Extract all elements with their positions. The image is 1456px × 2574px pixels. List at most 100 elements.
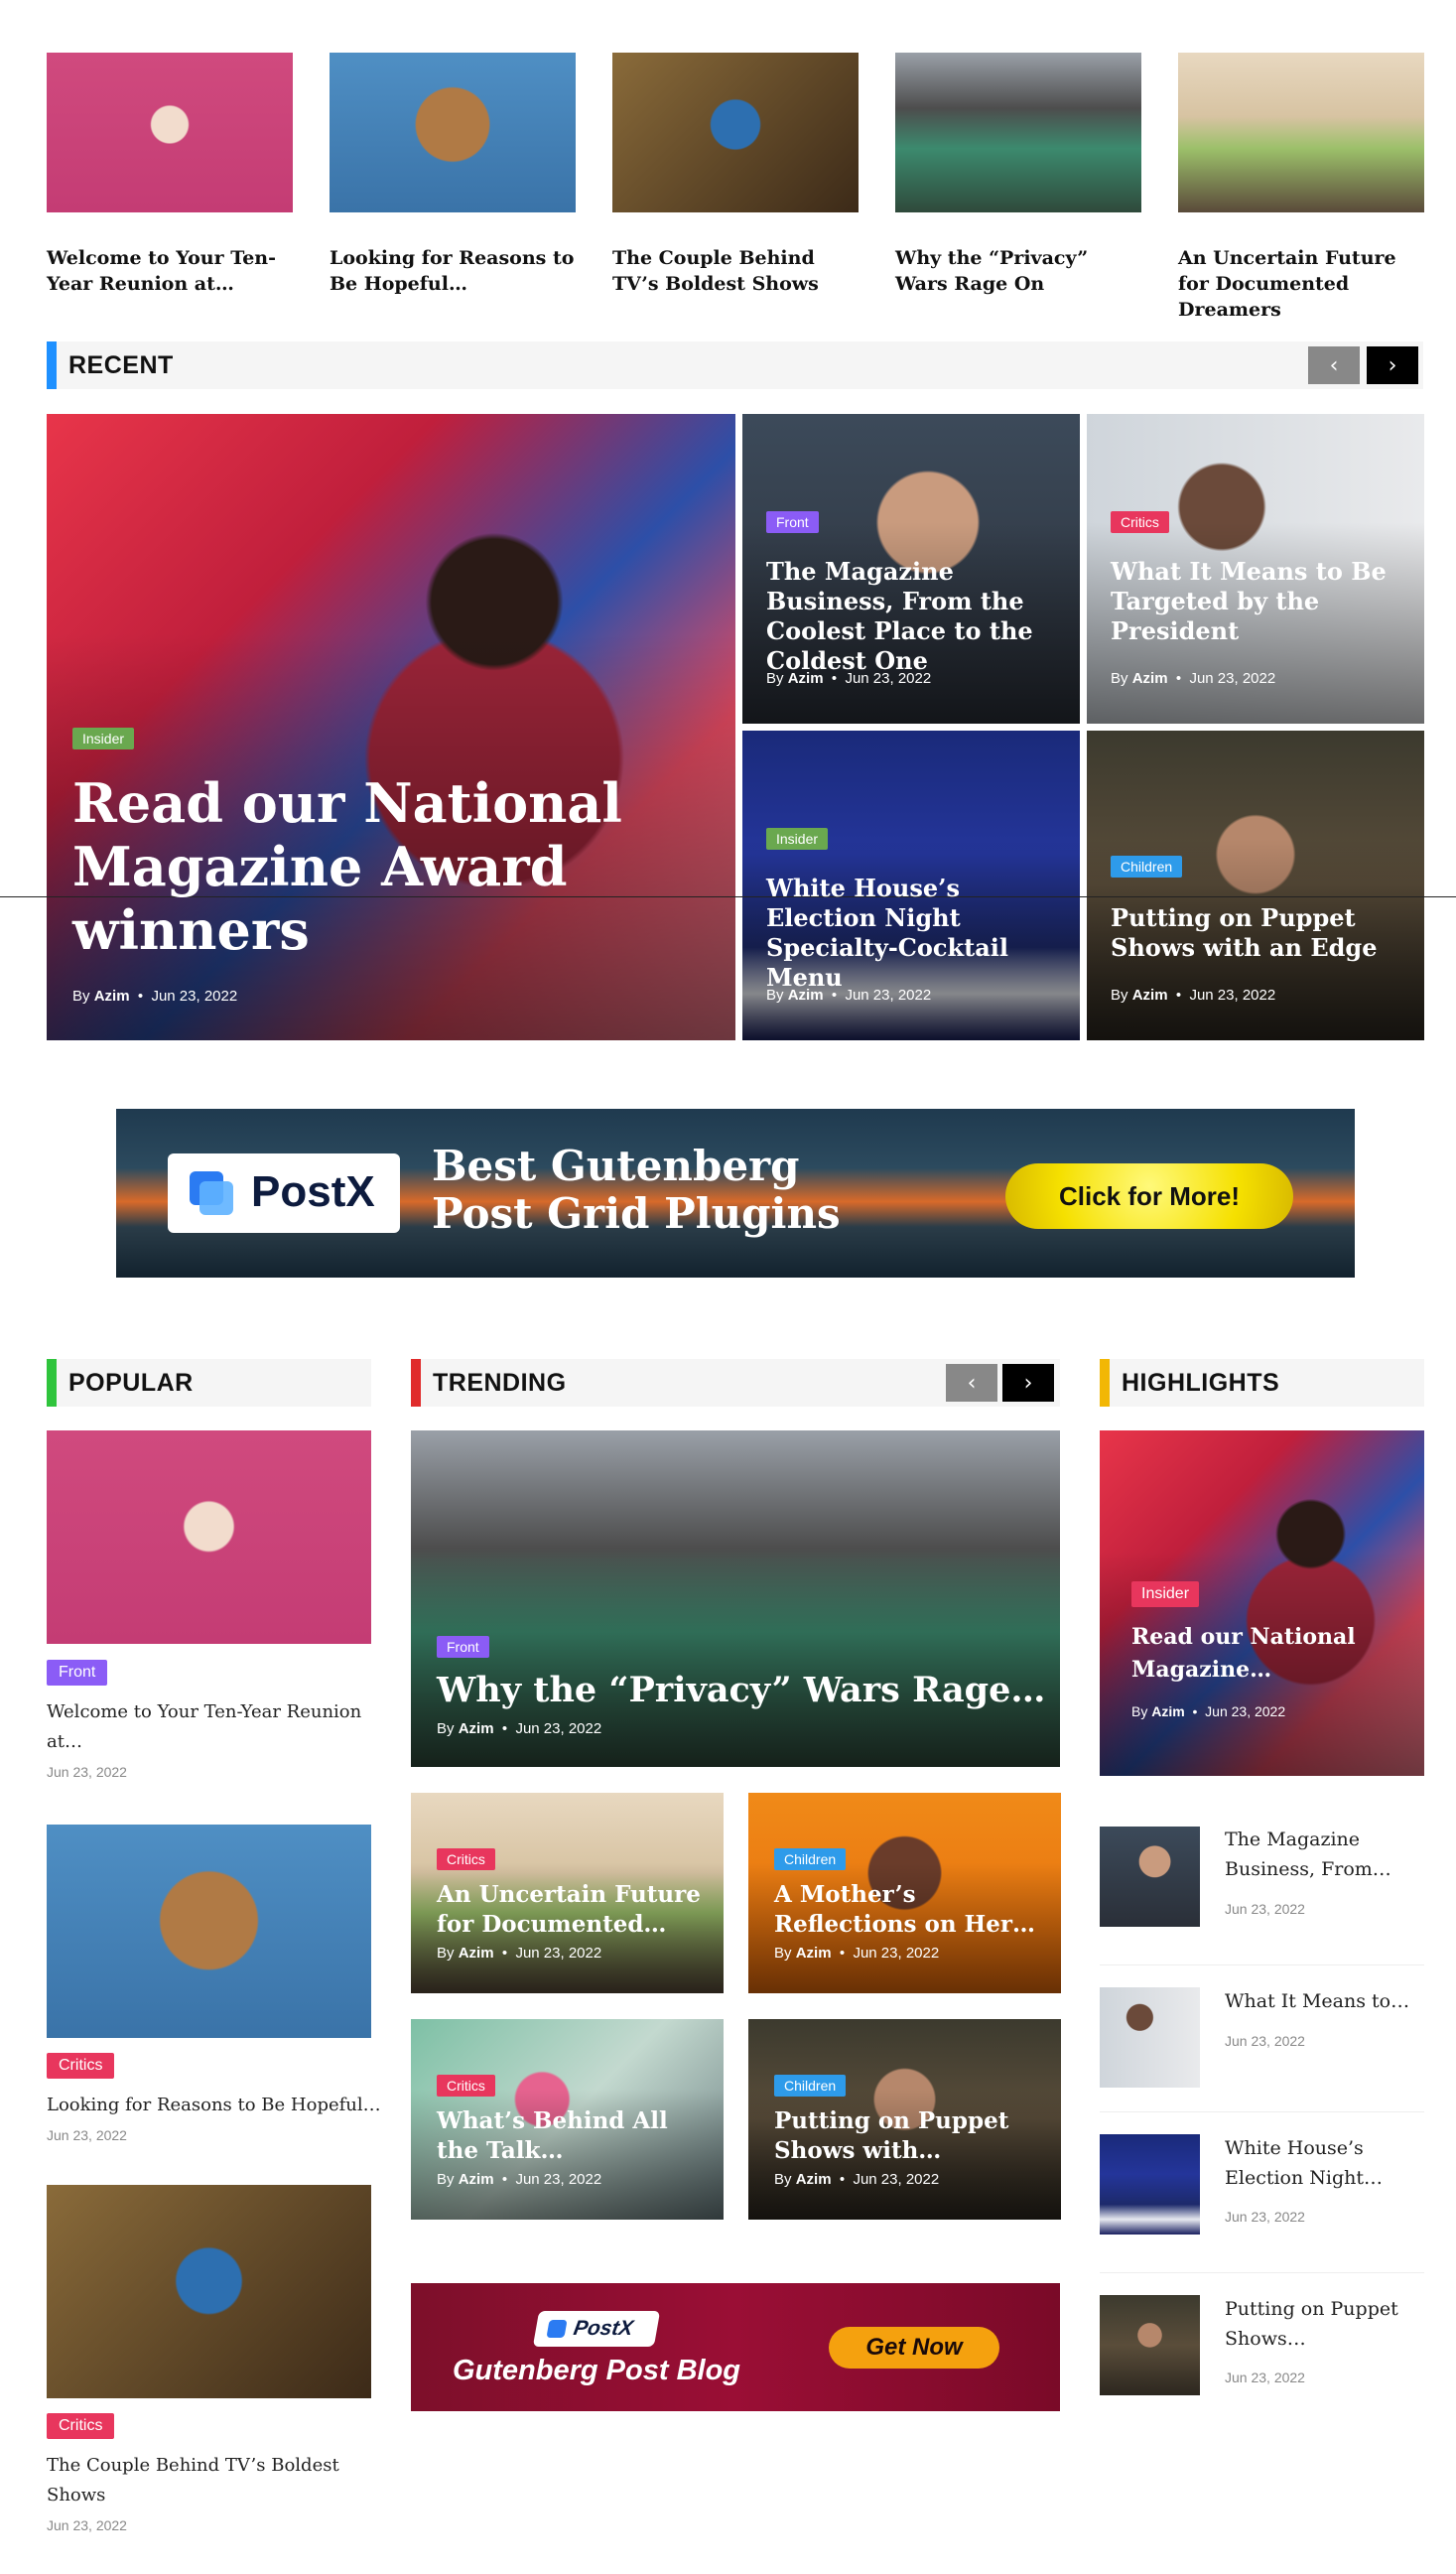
prev-button[interactable]: ‹: [946, 1364, 997, 1402]
author-link[interactable]: Azim: [1132, 987, 1168, 1004]
post-title[interactable]: White House’s Election Night…: [1225, 2133, 1413, 2193]
author-link[interactable]: Azim: [94, 988, 130, 1005]
category-badge[interactable]: Critics: [1111, 511, 1169, 533]
author-link[interactable]: Azim: [459, 1720, 494, 1737]
category-badge[interactable]: Front: [47, 1660, 108, 1686]
top-post-title[interactable]: Why the “Privacy” Wars Rage On: [895, 245, 1141, 297]
post-meta: By Azim • Jun 23, 2022: [437, 1720, 602, 1737]
popular-image[interactable]: [47, 1430, 371, 1644]
postx-banner[interactable]: PostX Best Gutenberg Post Grid Plugins C…: [116, 1109, 1355, 1278]
author-link[interactable]: Azim: [796, 2171, 832, 2188]
prev-button[interactable]: ‹: [1308, 346, 1360, 384]
post-title[interactable]: The Magazine Business, From…: [1225, 1825, 1413, 1884]
author-link[interactable]: Azim: [459, 2171, 494, 2188]
top-post-title[interactable]: An Uncertain Future for Documented Dream…: [1178, 245, 1424, 323]
post-title[interactable]: What It Means to…: [1225, 1986, 1413, 2016]
popular-image[interactable]: [47, 2185, 371, 2398]
author-link[interactable]: Azim: [1132, 670, 1168, 687]
post-title[interactable]: Read our National Magazine Award winners: [72, 771, 628, 962]
post-title[interactable]: White House’s Election Night Specialty-C…: [766, 874, 1074, 993]
category-badge[interactable]: Children: [774, 2075, 847, 2097]
gutenberg-post-blog-banner[interactable]: PostX Gutenberg Post Blog Get Now: [411, 2283, 1060, 2411]
postx-logo: PostX: [532, 2311, 661, 2347]
top-post-title[interactable]: Looking for Reasons to Be Hopeful…: [330, 245, 576, 297]
post-title[interactable]: Putting on Puppet Shows with an Edge: [1111, 903, 1408, 963]
post-title[interactable]: Welcome to Your Ten-Year Reunion at…: [47, 1697, 371, 1757]
chevron-right-icon: ›: [1023, 1370, 1033, 1396]
post-date: Jun 23, 2022: [47, 2517, 127, 2533]
post-title[interactable]: Looking for Reasons to Be Hopeful…: [47, 2091, 384, 2120]
post-meta: By Azim • Jun 23, 2022: [774, 2171, 940, 2188]
highlights-thumb[interactable]: [1100, 1827, 1200, 1927]
author-link[interactable]: Azim: [459, 1945, 494, 1962]
post-date: Jun 23, 2022: [151, 988, 238, 1005]
category-badge[interactable]: Front: [766, 511, 819, 533]
category-badge[interactable]: Children: [1111, 856, 1183, 878]
highlights-main-card[interactable]: Insider Read our National Magazine… By A…: [1100, 1430, 1424, 1776]
recent-grid-card[interactable]: Children Putting on Puppet Shows with an…: [1087, 731, 1424, 1040]
post-date: Jun 23, 2022: [47, 1764, 127, 1780]
highlights-thumb[interactable]: [1100, 2134, 1200, 2235]
category-badge[interactable]: Children: [774, 1848, 847, 1870]
category-badge[interactable]: Critics: [437, 2075, 495, 2097]
category-badge[interactable]: Critics: [47, 2413, 115, 2439]
post-meta: By Azim • Jun 23, 2022: [437, 1945, 602, 1962]
post-title[interactable]: What’s Behind All the Talk…: [437, 2106, 715, 2166]
chevron-left-icon: ‹: [1329, 352, 1339, 378]
category-badge[interactable]: Front: [437, 1636, 489, 1658]
trending-grid-card[interactable]: Critics An Uncertain Future for Document…: [411, 1793, 724, 1993]
post-title[interactable]: Putting on Puppet Shows with…: [774, 2106, 1022, 2166]
chevron-left-icon: ‹: [967, 1370, 977, 1396]
next-button[interactable]: ›: [1367, 346, 1418, 384]
post-title[interactable]: The Magazine Business, From the Coolest …: [766, 557, 1064, 676]
trending-grid-card[interactable]: Critics What’s Behind All the Talk… By A…: [411, 2019, 724, 2220]
trending-grid-card[interactable]: Children A Mother’s Reflections on Her… …: [748, 1793, 1061, 1993]
popular-image[interactable]: [47, 1825, 371, 2038]
list-divider: [1100, 2272, 1424, 2273]
next-button[interactable]: ›: [1002, 1364, 1054, 1402]
list-divider: [1100, 1964, 1424, 1965]
post-date: Jun 23, 2022: [1225, 2209, 1305, 2225]
top-post-title[interactable]: Welcome to Your Ten-Year Reunion at…: [47, 245, 293, 297]
category-badge[interactable]: Insider: [1131, 1581, 1200, 1607]
post-title[interactable]: Read our National Magazine…: [1131, 1621, 1399, 1687]
recent-grid-card[interactable]: Insider White House’s Election Night Spe…: [742, 731, 1080, 1040]
click-for-more-button[interactable]: Click for More!: [1005, 1163, 1293, 1229]
post-title[interactable]: Putting on Puppet Shows…: [1225, 2294, 1413, 2354]
category-badge[interactable]: Insider: [72, 728, 135, 749]
recent-section-header: RECENT: [47, 341, 1423, 389]
category-badge[interactable]: Critics: [437, 1848, 495, 1870]
top-post-image[interactable]: [1178, 53, 1424, 212]
get-now-button[interactable]: Get Now: [829, 2327, 999, 2369]
top-post-image[interactable]: [895, 53, 1141, 212]
highlights-thumb[interactable]: [1100, 1987, 1200, 2088]
category-badge[interactable]: Insider: [766, 828, 829, 850]
banner-headline: Gutenberg Post Blog: [453, 2355, 740, 2386]
top-post-image[interactable]: [330, 53, 576, 212]
author-link[interactable]: Azim: [1151, 1703, 1184, 1719]
section-title: HIGHLIGHTS: [1122, 1369, 1280, 1397]
top-post-title[interactable]: The Couple Behind TV’s Boldest Shows: [612, 245, 859, 297]
list-divider: [1100, 2111, 1424, 2112]
section-title: POPULAR: [68, 1369, 194, 1397]
post-title[interactable]: What It Means to Be Targeted by the Pres…: [1111, 557, 1408, 646]
trending-grid-card[interactable]: Children Putting on Puppet Shows with… B…: [748, 2019, 1061, 2220]
post-meta: By Azim • Jun 23, 2022: [1131, 1703, 1286, 1719]
post-title[interactable]: A Mother’s Reflections on Her…: [774, 1880, 1052, 1940]
author-link[interactable]: Azim: [788, 987, 824, 1004]
post-title[interactable]: The Couple Behind TV’s Boldest Shows: [47, 2451, 371, 2510]
recent-main-card[interactable]: Insider Read our National Magazine Award…: [47, 414, 735, 1040]
category-badge[interactable]: Critics: [47, 2053, 115, 2079]
author-link[interactable]: Azim: [788, 670, 824, 687]
popular-section-header: POPULAR: [47, 1359, 371, 1407]
trending-main-card[interactable]: Front Why the “Privacy” Wars Rage… By Az…: [411, 1430, 1060, 1767]
top-post-image[interactable]: [47, 53, 293, 212]
post-meta: By Azim • Jun 23, 2022: [72, 988, 238, 1005]
top-post-image[interactable]: [612, 53, 859, 212]
highlights-thumb[interactable]: [1100, 2295, 1200, 2395]
recent-grid-card[interactable]: Front The Magazine Business, From the Co…: [742, 414, 1080, 724]
post-title[interactable]: An Uncertain Future for Documented…: [437, 1880, 705, 1940]
recent-grid-card[interactable]: Critics What It Means to Be Targeted by …: [1087, 414, 1424, 724]
author-link[interactable]: Azim: [796, 1945, 832, 1962]
post-title[interactable]: Why the “Privacy” Wars Rage…: [437, 1669, 1045, 1712]
